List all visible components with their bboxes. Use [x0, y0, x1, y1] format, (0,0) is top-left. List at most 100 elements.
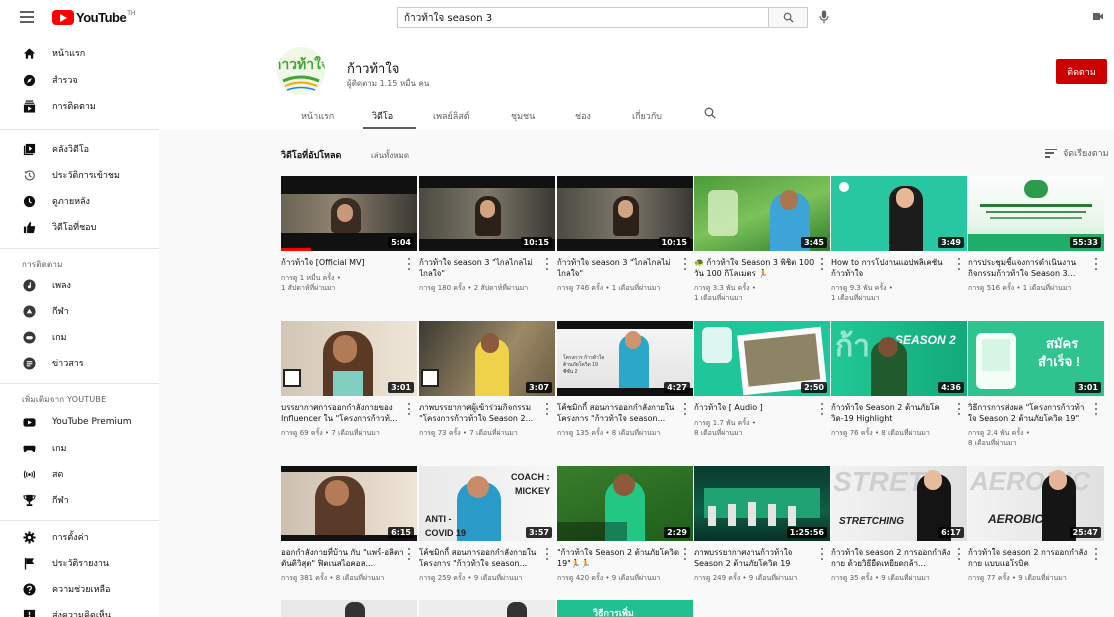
more-options-icon[interactable]	[545, 548, 549, 560]
sidebar-item-explore[interactable]: สำรวจ	[0, 67, 159, 93]
tab-home[interactable]: หน้าแรก	[301, 109, 334, 123]
video-meta: การดู 77 ครั้ง • 9 เดือนที่ผ่านมา	[968, 574, 1067, 582]
tab-videos[interactable]: วิดีโอ	[372, 109, 393, 123]
video-thumbnail[interactable]: วิธีการเพิ่ม	[557, 600, 693, 617]
tab-about[interactable]: เกี่ยวกับ	[632, 109, 662, 123]
video-thumbnail[interactable]: 10:15	[419, 176, 555, 251]
video-thumbnail[interactable]: 2:50	[694, 321, 830, 396]
search-input[interactable]: ก้าวท้าใจ season 3	[397, 7, 769, 28]
video-thumbnail[interactable]: 6:15	[281, 466, 417, 541]
video-thumbnail[interactable]: 10:15	[557, 176, 693, 251]
video-thumbnail[interactable]: 3:01	[281, 321, 417, 396]
sidebar-item-library[interactable]: คลังวิดีโอ	[0, 136, 159, 162]
video-thumbnail[interactable]: ก้า SEASON 2 4:36	[831, 321, 967, 396]
sidebar-item-feedback[interactable]: ส่งความคิดเห็น	[0, 602, 159, 617]
video-title[interactable]: ภาพบรรยากาศงานก้าวท้าใจ Season 2 ต้านภัย…	[694, 547, 818, 569]
sidebar-item-report-history[interactable]: ประวัติรายงาน	[0, 550, 159, 576]
channel-avatar[interactable]: ก้าวท้าใจ	[277, 47, 325, 95]
video-title[interactable]: บรรยากาศการออกกำลังกายของ Influencer ใน …	[281, 402, 405, 424]
search-button[interactable]	[768, 7, 808, 28]
sidebar-item-sports[interactable]: กีฬา	[0, 298, 159, 324]
more-options-icon[interactable]	[683, 548, 687, 560]
video-title[interactable]: วิธีการการส่งผล "โครงการก้าวท้าใจ Season…	[968, 402, 1092, 424]
subscribe-button[interactable]: ติดตาม	[1056, 59, 1107, 84]
video-thumbnail[interactable]: AEROBIC AEROBIC 25:47	[968, 466, 1104, 541]
more-options-icon[interactable]	[1094, 548, 1098, 560]
feedback-icon	[22, 608, 36, 617]
video-thumbnail[interactable]: COACH : MICKEY ANTI - COVID 19 3:57	[419, 466, 555, 541]
sidebar-item-news[interactable]: ข่าวสาร	[0, 350, 159, 376]
video-title[interactable]: "ก้าวท้าใจ Season 2 ต้านภัยโควิด 19"🏃🏃	[557, 547, 681, 569]
video-duration: 2:29	[664, 527, 690, 538]
video-thumbnail[interactable]: 55:33	[968, 176, 1104, 251]
sidebar-item-live[interactable]: สด	[0, 461, 159, 487]
create-video-icon[interactable]	[1093, 12, 1103, 21]
video-title[interactable]: โค้ชมิกกี้ สอนการออกกำลังกายในโครงการ "ก…	[557, 402, 681, 424]
more-options-icon[interactable]	[957, 258, 961, 270]
more-options-icon[interactable]	[957, 548, 961, 560]
youtube-play-icon	[52, 9, 74, 25]
video-duration: 55:33	[1069, 237, 1101, 248]
thumbnail-art-text: STRET	[833, 466, 925, 497]
video-thumbnail[interactable]: 1:25:56	[694, 466, 830, 541]
video-title[interactable]: ก้าวท้าใจ season 2 การออกกำลังกาย ด้วยวิ…	[831, 547, 955, 569]
more-options-icon[interactable]	[1094, 258, 1098, 270]
sidebar-item-premium[interactable]: YouTube Premium	[0, 409, 159, 435]
video-thumbnail[interactable]: STRET STRETCHING 6:17	[831, 466, 967, 541]
sidebar-item-watch-later[interactable]: ดูภายหลัง	[0, 188, 159, 214]
sidebar-item-gaming-more[interactable]: เกม	[0, 435, 159, 461]
play-all-link[interactable]: เล่นทั้งหมด	[371, 149, 409, 162]
video-thumbnail[interactable]	[419, 600, 555, 617]
more-options-icon[interactable]	[820, 403, 824, 415]
menu-icon[interactable]	[20, 11, 34, 23]
more-options-icon[interactable]	[545, 258, 549, 270]
video-title[interactable]: ภาพบรรยากาศผู้เข้าร่วมกิจกรรม "โครงการก้…	[419, 402, 543, 424]
more-options-icon[interactable]	[407, 258, 411, 270]
more-options-icon[interactable]	[820, 548, 824, 560]
video-thumbnail[interactable]: 2:29	[557, 466, 693, 541]
video-thumbnail[interactable]: โครงการ ก้าวท้าใจ ต้านภัยโควิด 19 ซีซั่น…	[557, 321, 693, 396]
video-thumbnail[interactable]: 3:45	[694, 176, 830, 251]
thumbnail-caption: MICKEY	[515, 486, 551, 496]
video-title[interactable]: 🐢 ก้าวท้าใจ Season 3 พิชิต 100 วัน 100 ก…	[694, 257, 818, 279]
more-options-icon[interactable]	[683, 258, 687, 270]
video-title[interactable]: ก้าวท้าใจ Season 2 ต้านภัยโควิด-19 Highl…	[831, 402, 955, 424]
video-title[interactable]: ก้าวท้าใจ season 3 "ไกลไกลไม่ไกลใจ"	[557, 257, 681, 279]
video-thumbnail[interactable]: 3:49	[831, 176, 967, 251]
tab-playlists[interactable]: เพลย์ลิสต์	[433, 109, 470, 123]
tab-community[interactable]: ชุมชน	[511, 109, 535, 123]
sidebar-item-music[interactable]: เพลง	[0, 272, 159, 298]
sidebar-item-help[interactable]: ความช่วยเหลือ	[0, 576, 159, 602]
sidebar-item-gaming[interactable]: เกม	[0, 324, 159, 350]
video-title[interactable]: โค้ชมิกกี้ สอนการออกกำลังกายในโครงการ "ก…	[419, 547, 543, 569]
sidebar-item-home[interactable]: หน้าแรก	[0, 40, 159, 66]
search-icon[interactable]	[704, 107, 716, 119]
sidebar-item-settings[interactable]: การตั้งค่า	[0, 524, 159, 550]
mic-icon[interactable]	[818, 8, 830, 26]
tab-channels[interactable]: ช่อง	[575, 109, 591, 123]
sidebar-item-liked[interactable]: วิดีโอที่ชอบ	[0, 214, 159, 240]
sort-button[interactable]: จัดเรียงตาม	[1045, 146, 1109, 160]
more-options-icon[interactable]	[1094, 403, 1098, 415]
youtube-logo[interactable]: YouTube TH	[52, 9, 135, 25]
sidebar-item-sports-more[interactable]: กีฬา	[0, 487, 159, 513]
more-options-icon[interactable]	[683, 403, 687, 415]
video-title[interactable]: ก้าวท้าใจ season 3 "ไกลไกลไม่ไกลใจ"	[419, 257, 543, 279]
video-title[interactable]: ก้าวท้าใจ season 2 การออกกำลังกาย แบบแอโ…	[968, 547, 1092, 569]
more-options-icon[interactable]	[407, 548, 411, 560]
video-title[interactable]: ก้าวท้าใจ [Official MV]	[281, 257, 405, 268]
more-options-icon[interactable]	[820, 258, 824, 270]
video-thumbnail[interactable]: 5:04	[281, 176, 417, 251]
video-title[interactable]: ก้าวท้าใจ [ Audio ]	[694, 402, 818, 413]
video-thumbnail[interactable]	[281, 600, 417, 617]
more-options-icon[interactable]	[957, 403, 961, 415]
video-title[interactable]: How to การโปงานแอปพลิเคชัน ก้าวท้าใจ	[831, 257, 955, 279]
sidebar-item-history[interactable]: ประวัติการเข้าชม	[0, 162, 159, 188]
more-options-icon[interactable]	[407, 403, 411, 415]
video-thumbnail[interactable]: สมัคร สำเร็จ ! 3:01	[968, 321, 1104, 396]
sidebar-item-subscriptions[interactable]: การติดตาม	[0, 93, 159, 119]
video-title[interactable]: การประชุมชี้แจงการดำเนินงานกิจกรรมก้าวท้…	[968, 257, 1092, 279]
video-thumbnail[interactable]: 3:07	[419, 321, 555, 396]
more-options-icon[interactable]	[545, 403, 549, 415]
video-title[interactable]: ออกกำลังกายที่บ้าน กับ "แพร์-อลิตา ตันติ…	[281, 547, 405, 569]
